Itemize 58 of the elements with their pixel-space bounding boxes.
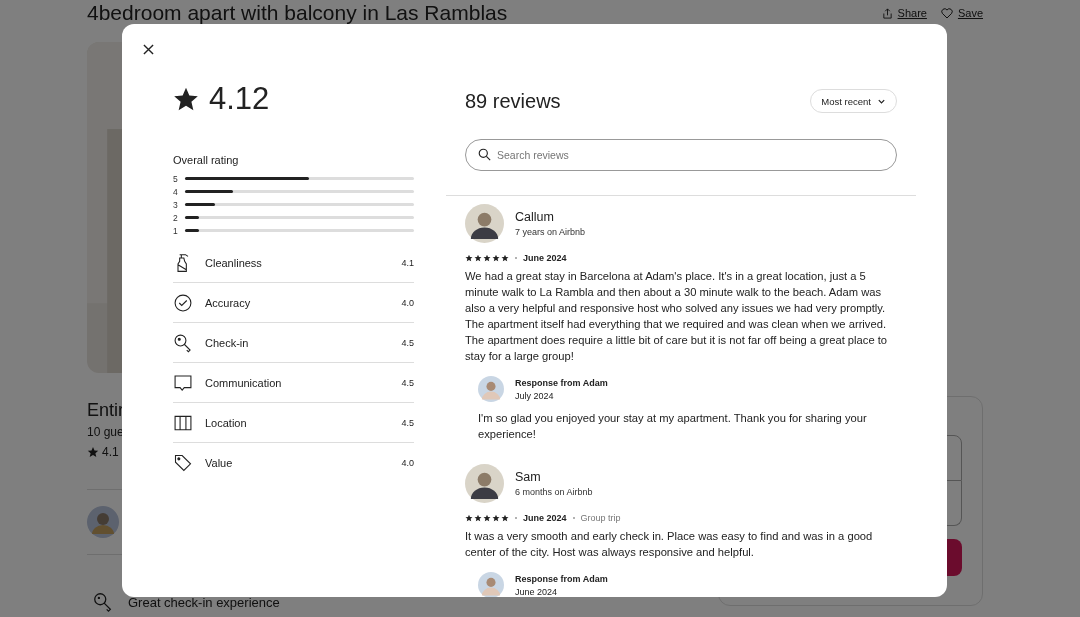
- heart-icon: [940, 7, 953, 19]
- tag-icon: [173, 452, 193, 473]
- response-date: July 2024: [515, 390, 555, 401]
- category-label: Location: [205, 416, 248, 429]
- highlight-title: Great check-in experience: [128, 594, 280, 610]
- category-label: Accuracy: [205, 296, 252, 309]
- reviews-heading: 89 reviews: [465, 89, 561, 113]
- star-level-label: 5: [173, 173, 179, 184]
- star-level-label: 2: [173, 212, 179, 223]
- reviewer-tenure: 7 years on Airbnb: [515, 227, 586, 237]
- reviewer-name: Sam: [515, 470, 542, 484]
- category-score: 4.5: [401, 417, 414, 428]
- overall-rating-label: Overall rating: [173, 154, 240, 166]
- category-score: 4.1: [401, 257, 414, 268]
- close-icon: [142, 43, 154, 55]
- star-icon: [173, 86, 199, 112]
- key-icon: [173, 332, 193, 353]
- review-date: June 2024: [523, 513, 567, 523]
- response-author: Response from Adam: [515, 573, 608, 584]
- sort-dropdown[interactable]: Most recent: [810, 89, 897, 113]
- star-level-label: 1: [173, 225, 179, 236]
- share-icon: [881, 7, 893, 19]
- avatar: [478, 572, 504, 597]
- category-label: Check-in: [205, 336, 250, 349]
- overall-score: 4.12: [209, 81, 270, 117]
- avatar: [87, 506, 119, 538]
- star-level-label: 3: [173, 199, 179, 210]
- star-level-label: 4: [173, 186, 179, 197]
- listing-heading: Entir: [87, 400, 124, 421]
- key-icon: [92, 591, 114, 613]
- search-field[interactable]: Search reviews: [465, 139, 897, 171]
- category-score: 4.5: [401, 377, 414, 388]
- search-icon: [478, 148, 491, 161]
- check-circle-icon: [173, 292, 193, 313]
- share-link[interactable]: Share: [881, 7, 927, 19]
- save-link[interactable]: Save: [940, 7, 983, 19]
- category-label: Communication: [205, 376, 283, 389]
- response-author: Response from Adam: [515, 377, 608, 388]
- review-date: June 2024: [523, 253, 567, 263]
- response-text: I'm so glad you enjoyed your stay at my apartment. Thank you for sharing your experience!: [478, 411, 868, 442]
- category-score: 4.5: [401, 337, 414, 348]
- listing-title: 4bedroom apart with balcony in Las Ramblas: [87, 1, 508, 25]
- category-score: 4.0: [401, 297, 414, 308]
- listing-rating: 4.1: [102, 445, 119, 459]
- star-icon: [87, 446, 99, 458]
- reviewer-name: Callum: [515, 210, 555, 224]
- speech-bubble-icon: [173, 372, 193, 393]
- category-score: 4.0: [401, 457, 414, 468]
- review-text: It was a very smooth and early check in. Place was easy to find and was in a good center of the city. Host was always responsive and helpful.: [465, 529, 874, 560]
- response-date: June 2024: [515, 586, 559, 597]
- category-label: Cleanliness: [205, 256, 263, 269]
- reviewer-tenure: 6 months on Airbnb: [515, 487, 593, 497]
- review-text: We had a great stay in Barcelona at Adam's place. It's in a great location, just a 5 minute walk to La Rambla and then about a 30 minute walk to the beach. Adam was also a very helpful and responsive host who solved any issues we had very promptly. The apartment itself had everything that we required and was clean when we arrived. The apartment does require a little bit of care but it is not far off being a great place to stay for a large group!: [465, 269, 889, 364]
- avatar: [465, 204, 504, 243]
- trip-type: Group trip: [580, 513, 621, 523]
- avatar: [478, 376, 504, 402]
- avatar: [465, 464, 504, 503]
- category-label: Value: [205, 456, 234, 469]
